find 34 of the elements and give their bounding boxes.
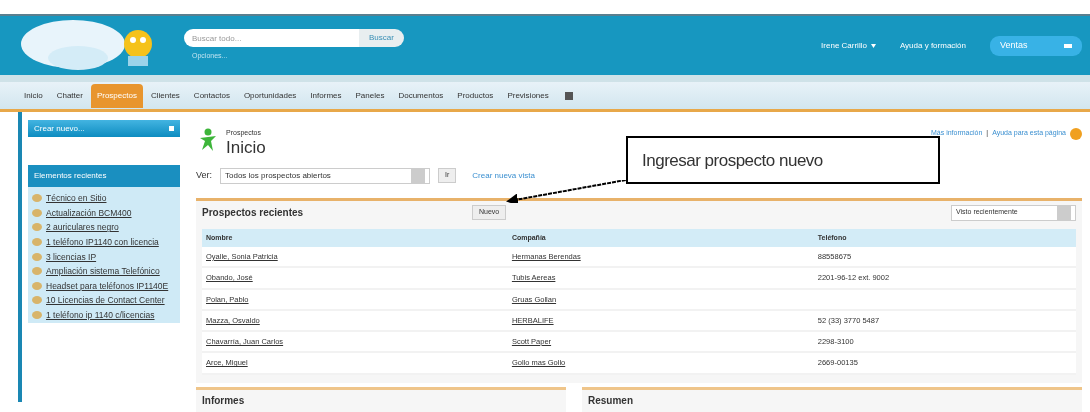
recent-item-link[interactable]: 2 auriculares negro bbox=[46, 222, 119, 233]
nav-tab[interactable]: Inicio bbox=[18, 83, 49, 108]
nav-tab[interactable]: Productos bbox=[451, 83, 500, 108]
nav-tab[interactable]: Previsiones bbox=[501, 83, 555, 108]
recent-item-link[interactable]: 10 Licencias de Contact Center bbox=[46, 295, 165, 306]
panel-title: Elementos recientes bbox=[28, 165, 180, 187]
nav-tab[interactable]: Paneles bbox=[349, 83, 391, 108]
panel-title: Informes bbox=[202, 394, 245, 406]
nav-tab[interactable]: Oportunidades bbox=[237, 83, 303, 108]
nav-tab[interactable]: Chatter bbox=[50, 83, 89, 108]
page-title: Inicio bbox=[226, 138, 266, 156]
create-view-link[interactable]: Crear nueva vista bbox=[472, 169, 535, 182]
recent-item-link[interactable]: 1 teléfono IP1140 con licencia bbox=[46, 236, 159, 248]
nav-tab[interactable]: Clientes bbox=[144, 83, 186, 108]
recent-item-link[interactable]: Ampliación sistema Telefónico bbox=[46, 266, 160, 277]
nav-tab[interactable]: Contactos bbox=[187, 83, 236, 108]
recent-item-link[interactable]: Headset para teléfonos IP1140E bbox=[46, 280, 169, 292]
more-tabs-icon[interactable] bbox=[564, 91, 573, 100]
caret-icon bbox=[870, 43, 876, 48]
panel-title: Prospectos recientes bbox=[202, 206, 305, 220]
search-field[interactable]: Buscar todo... bbox=[184, 29, 359, 48]
recent-item-link[interactable]: Actualización BCM400 bbox=[46, 207, 132, 219]
dropdown-icon bbox=[1064, 43, 1072, 48]
dropdown-icon bbox=[169, 126, 174, 131]
recent-item-link[interactable]: 3 licencias IP bbox=[46, 251, 97, 263]
recent-item-link[interactable]: Técnico en Sitio bbox=[46, 193, 107, 204]
view-label: Ver: bbox=[196, 168, 212, 182]
callout-label: Ingresar prospecto nuevo bbox=[626, 136, 940, 184]
panel-title: Resumen bbox=[588, 394, 633, 406]
recent-item-link[interactable]: 1 teléfono ip 1140 c/licencias bbox=[46, 310, 155, 321]
nav-tab[interactable]: Documentos bbox=[392, 83, 450, 108]
help-icon bbox=[1070, 128, 1082, 140]
view-select[interactable]: Todos los prospectos abiertos bbox=[220, 167, 430, 184]
nav-tab[interactable]: Informes bbox=[304, 83, 348, 108]
